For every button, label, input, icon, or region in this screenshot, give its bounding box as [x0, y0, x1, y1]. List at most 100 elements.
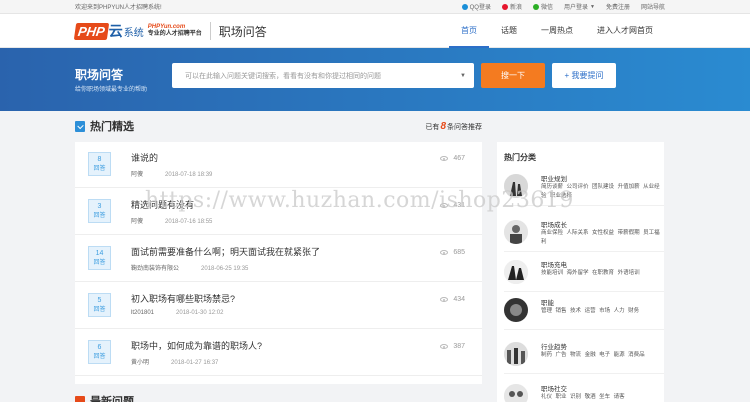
latest-questions-header: 最新问题	[75, 393, 134, 402]
question-meta: lt201801 2018-01-30 12:02	[131, 310, 223, 316]
answer-count-badge: 8 回答	[88, 152, 111, 176]
chevron-down-icon[interactable]: ▼	[460, 73, 466, 79]
weibo-icon	[501, 3, 508, 10]
category-item[interactable]: 职业规划 简历谈薪 公司评价 团队建设 升值加薪 从业经验 职业选择	[504, 168, 664, 206]
question-meta: 鞠劲南装饰有限公 2018-06-25 19:35	[131, 263, 248, 272]
author-name[interactable]: 黄小明	[131, 360, 149, 366]
category-item[interactable]: 职场充电 技能培训 海外留学 在职教育 外语培训	[504, 254, 664, 292]
category-name[interactable]: 职能	[541, 297, 554, 307]
category-tags[interactable]: 制药 广告 物流 金融 电子 能源 消费品	[541, 351, 661, 360]
logo-yun: 云	[108, 23, 123, 39]
post-date: 2018-01-30 12:02	[176, 310, 224, 316]
list-item[interactable]: 8 回答 谁说的 阿傻 2018-07-18 18:39 467	[75, 142, 482, 188]
answer-count-badge: 6 回答	[88, 340, 111, 364]
post-date: 2018-06-25 19:35	[201, 266, 249, 272]
question-title[interactable]: 面试前需要准备什么啊；明天面试我在就紧张了	[131, 245, 320, 258]
ask-question-button[interactable]: + 我要提问	[552, 63, 616, 88]
question-title[interactable]: 初入职场有哪些职场禁忌?	[131, 292, 235, 305]
hot-picks-count: 已有 8 条问答推荐	[425, 120, 482, 132]
category-tags[interactable]: 技能培训 海外留学 在职教育 外语培训	[541, 269, 661, 278]
list-item[interactable]: 3 回答 精选问题有没有 阿傻 2018-07-16 18:55 431	[75, 189, 482, 235]
post-date: 2018-07-16 18:55	[165, 219, 213, 225]
eye-icon	[440, 297, 449, 302]
wechat-icon	[532, 3, 539, 10]
eye-icon	[440, 344, 449, 349]
check-icon	[75, 120, 85, 132]
list-item[interactable]: 6 回答 职场中，如何成为靠谱的职场人? 黄小明 2018-01-27 16:37 …	[75, 330, 482, 376]
list-item[interactable]: 14 回答 面试前需要准备什么啊；明天面试我在就紧张了 鞠劲南装饰有限公 2018-…	[75, 236, 482, 282]
category-thumbnail	[504, 174, 528, 198]
logo-subtext: PHPYun.com 专业的人才招聘平台	[148, 24, 202, 37]
author-name[interactable]: 鞠劲南装饰有限公	[131, 266, 179, 272]
site-logo[interactable]: PHP 云 系统 PHPYun.com 专业的人才招聘平台	[73, 14, 202, 48]
question-title[interactable]: 精选问题有没有	[131, 198, 194, 211]
nav-home[interactable]: 首页	[449, 14, 489, 48]
author-name[interactable]: 阿傻	[131, 172, 143, 178]
answer-count-badge: 5 回答	[88, 293, 111, 317]
view-count: 685	[440, 249, 465, 256]
site-nav-link[interactable]: 网站导航	[641, 2, 665, 11]
post-date: 2018-07-18 18:39	[165, 172, 213, 178]
list-item[interactable]: 5 回答 初入职场有哪些职场禁忌? lt201801 2018-01-30 12:0…	[75, 283, 482, 329]
latest-questions-title: 最新问题	[90, 396, 134, 402]
logo-php: PHP	[73, 22, 109, 40]
category-thumbnail	[504, 298, 528, 322]
hero-title: 职场问答	[75, 68, 124, 82]
nav-talent-home[interactable]: 进入人才网首页	[585, 14, 665, 48]
logo-url: PHPYun.com	[147, 24, 186, 31]
hot-picks-title: 热门精选	[90, 121, 134, 133]
user-login-dropdown[interactable]: 用户登录 ▼	[564, 2, 595, 12]
nav-topics[interactable]: 话题	[489, 14, 529, 48]
category-item[interactable]: 行业趋势 制药 广告 物流 金融 电子 能源 消费品	[504, 336, 664, 374]
category-thumbnail	[504, 342, 528, 366]
qq-login-link[interactable]: QQ登录	[461, 2, 491, 11]
category-item[interactable]: 职场社交 礼仪 职业 识别 敬酒 坐车 请客	[504, 378, 664, 402]
category-thumbnail	[504, 260, 528, 284]
logo-sys: 系统	[123, 27, 144, 39]
weibo-login-link[interactable]: 新浪	[501, 2, 522, 11]
recommend-count: 8	[440, 120, 446, 132]
category-thumbnail	[504, 220, 528, 244]
hot-picks-header: 热门精选 已有 8 条问答推荐	[75, 116, 482, 136]
top-links: QQ登录 新浪 微信 用户登录 ▼ 免费注册 网站导航	[461, 2, 665, 12]
search-input[interactable]: 可以在此输入问题关键词搜索，看看有没有和你提过相同的问题 ▼	[172, 63, 474, 88]
category-tags[interactable]: 商业保险 人际关系 女性权益 带薪假期 员工福利	[541, 229, 661, 247]
nav-weekly-hot[interactable]: 一周热点	[529, 14, 585, 48]
answer-count-badge: 14 回答	[88, 246, 111, 270]
header-divider	[209, 22, 211, 40]
question-title[interactable]: 职场中，如何成为靠谱的职场人?	[131, 339, 262, 352]
latest-icon	[75, 396, 85, 402]
category-name[interactable]: 职场充电	[541, 259, 567, 269]
eye-icon	[440, 250, 449, 255]
hero-subtitle: 给你职场领域最专业的帮助	[75, 87, 148, 93]
question-meta: 黄小明 2018-01-27 16:37	[131, 357, 218, 366]
category-name[interactable]: 职业规划	[541, 173, 567, 183]
view-count: 431	[440, 202, 465, 209]
category-name[interactable]: 职场成长	[541, 219, 567, 229]
category-tags[interactable]: 管理 销售 技术 运营 市场 人力 财务	[541, 307, 661, 316]
category-item[interactable]: 职场成长 商业保险 人际关系 女性权益 带薪假期 员工福利	[504, 214, 664, 252]
register-link[interactable]: 免费注册	[606, 2, 630, 11]
question-meta: 阿傻 2018-07-16 18:55	[131, 216, 212, 225]
search-button[interactable]: 搜一下	[481, 63, 545, 88]
wechat-login-link[interactable]: 微信	[532, 2, 553, 11]
eye-icon	[440, 156, 449, 161]
category-name[interactable]: 职场社交	[541, 383, 567, 393]
hot-question-list: 8 回答 谁说的 阿傻 2018-07-18 18:39 467 3 回答 精选问题有…	[75, 142, 482, 384]
site-header: PHP 云 系统 PHPYun.com 专业的人才招聘平台 职场问答 首页 话题…	[0, 14, 750, 48]
hot-categories-panel: 热门分类 职业规划 简历谈薪 公司评价 团队建设 升值加薪 从业经验 职业选择 …	[497, 142, 664, 402]
category-tags[interactable]: 简历谈薪 公司评价 团队建设 升值加薪 从业经验 职业选择	[541, 183, 661, 201]
top-utility-bar: 欢迎来到PHPYUN人才招聘系统! QQ登录 新浪 微信 用户登录 ▼ 免费注册 …	[0, 0, 750, 14]
question-title[interactable]: 谁说的	[131, 151, 158, 164]
category-name[interactable]: 行业趋势	[541, 341, 567, 351]
view-count: 467	[440, 155, 465, 162]
view-count: 434	[440, 296, 465, 303]
logo-slogan: 专业的人才招聘平台	[147, 31, 202, 37]
author-name[interactable]: lt201801	[131, 310, 154, 316]
section-title: 职场问答	[218, 24, 267, 39]
category-item[interactable]: 职能 管理 销售 技术 运营 市场 人力 财务	[504, 292, 664, 330]
author-name[interactable]: 阿傻	[131, 219, 143, 225]
post-date: 2018-01-27 16:37	[171, 360, 219, 366]
chevron-down-icon: ▼	[590, 3, 595, 10]
category-tags[interactable]: 礼仪 职业 识别 敬酒 坐车 请客	[541, 393, 661, 402]
